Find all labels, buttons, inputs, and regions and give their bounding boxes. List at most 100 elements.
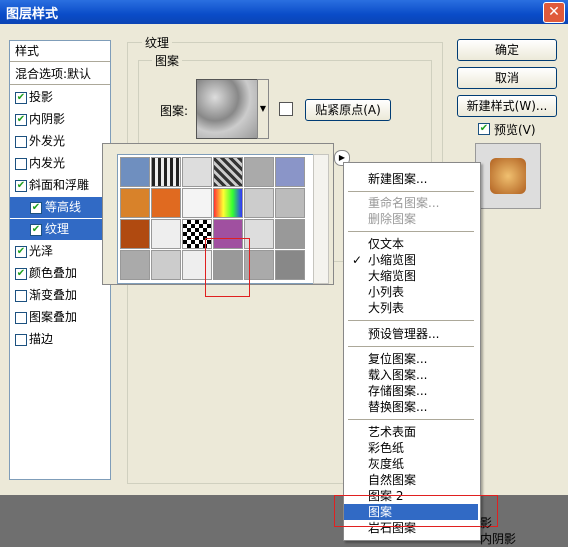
window-title: 图层样式: [6, 7, 59, 22]
checkbox[interactable]: ✔: [30, 202, 42, 214]
checkbox[interactable]: ✔: [15, 114, 27, 126]
highlight-box: [205, 238, 250, 297]
style-item-texture[interactable]: ✔ 纹理: [10, 219, 110, 240]
new-preset-icon[interactable]: [279, 102, 293, 116]
menu-gray-paper[interactable]: 灰度纸: [344, 456, 478, 472]
pattern-swatch[interactable]: [151, 157, 181, 187]
style-preview: [475, 143, 541, 209]
check-icon: ✓: [352, 253, 363, 267]
pattern-swatch[interactable]: [120, 188, 150, 218]
pattern-swatch[interactable]: [120, 219, 150, 249]
pattern-swatch[interactable]: [244, 157, 274, 187]
pattern-swatch[interactable]: [182, 188, 212, 218]
menu-delete: 删除图案: [368, 212, 417, 226]
checkbox[interactable]: ✔: [15, 246, 27, 258]
style-item[interactable]: 图案叠加: [10, 307, 110, 328]
preview-label: 预览(V): [494, 123, 536, 137]
menu-color-paper[interactable]: 彩色纸: [344, 440, 478, 456]
menu-separator: [348, 346, 474, 347]
ok-button[interactable]: 确定: [457, 39, 557, 61]
pattern-label: 图案:: [160, 104, 189, 118]
close-button[interactable]: ✕: [543, 2, 565, 23]
pattern-scrollbar[interactable]: [313, 154, 329, 284]
style-label: 颜色叠加: [29, 266, 78, 280]
menu-save[interactable]: 存储图案...: [344, 383, 478, 399]
menu-separator: [348, 191, 474, 192]
style-label: 光泽: [29, 244, 54, 258]
style-label: 图案叠加: [29, 310, 78, 324]
checkbox[interactable]: [15, 290, 27, 302]
blend-options[interactable]: 混合选项:默认: [10, 64, 110, 85]
checkbox[interactable]: [15, 312, 27, 324]
menu-art-surfaces[interactable]: 艺术表面: [344, 424, 478, 440]
menu-small-list[interactable]: 小列表: [344, 284, 478, 300]
menu-small-thumb[interactable]: ✓ 小缩览图: [344, 252, 478, 268]
menu-text-only[interactable]: 仅文本: [344, 236, 478, 252]
menu-large-thumb[interactable]: 大缩览图: [344, 268, 478, 284]
style-item[interactable]: 渐变叠加: [10, 285, 110, 306]
preview-checkbox[interactable]: ✔: [478, 123, 490, 135]
snap-origin-button[interactable]: 贴紧原点(A): [305, 99, 391, 121]
pattern-swatch[interactable]: [120, 157, 150, 187]
pattern-swatch[interactable]: [213, 157, 243, 187]
pattern-swatch[interactable]: [151, 250, 181, 280]
pattern-dropdown[interactable]: ▼: [257, 79, 269, 139]
style-label: 投影: [29, 90, 54, 104]
style-label: 内发光: [29, 156, 66, 170]
menu-replace[interactable]: 替换图案...: [344, 399, 478, 415]
highlight-box: [334, 495, 498, 527]
menu-reset[interactable]: 复位图案...: [344, 351, 478, 367]
style-label: 描边: [29, 332, 54, 346]
pattern-swatch[interactable]: [213, 188, 243, 218]
style-item[interactable]: ✔ 内阴影: [10, 109, 110, 130]
checkbox[interactable]: [15, 158, 27, 170]
checkbox[interactable]: [15, 136, 27, 148]
style-item[interactable]: 外发光: [10, 131, 110, 152]
checkbox[interactable]: ✔: [15, 268, 27, 280]
style-item[interactable]: ✔ 颜色叠加: [10, 263, 110, 284]
checkbox[interactable]: ✔: [15, 180, 27, 192]
pattern-group-label: 图案: [152, 52, 183, 69]
checkbox[interactable]: [15, 334, 27, 346]
menu-load[interactable]: 载入图案...: [344, 367, 478, 383]
preview-swatch: [490, 158, 526, 194]
menu-separator: [348, 320, 474, 321]
style-label: 纹理: [45, 222, 70, 236]
title-bar: 图层样式 ✕: [0, 0, 568, 24]
cancel-button[interactable]: 取消: [457, 67, 557, 89]
menu-label: 小缩览图: [368, 253, 417, 267]
pattern-swatch[interactable]: [275, 157, 305, 187]
pattern-swatch[interactable]: [196, 79, 258, 139]
pattern-swatch[interactable]: [275, 250, 305, 280]
pattern-swatch[interactable]: [151, 219, 181, 249]
new-style-button[interactable]: 新建样式(W)...: [457, 95, 557, 117]
menu-separator: [348, 419, 474, 420]
style-item-contour[interactable]: ✔ 等高线: [10, 197, 110, 218]
pattern-swatch[interactable]: [120, 250, 150, 280]
pattern-swatch[interactable]: [275, 219, 305, 249]
menu-rename: 重命名图案...: [368, 196, 440, 210]
style-label: 斜面和浮雕: [29, 178, 90, 192]
menu-nature[interactable]: 自然图案: [344, 472, 478, 488]
style-item[interactable]: ✔ 斜面和浮雕: [10, 175, 110, 196]
checkbox[interactable]: ✔: [30, 224, 42, 236]
styles-panel: 样式 混合选项:默认 ✔ 投影 ✔ 内阴影 外发光 内发光 ✔ 斜面和浮雕 ✔ 等高线 …: [9, 40, 111, 480]
texture-group-label: 纹理: [142, 34, 173, 51]
style-label: 渐变叠加: [29, 288, 78, 302]
style-item[interactable]: 内发光: [10, 153, 110, 174]
style-item[interactable]: 描边: [10, 329, 110, 350]
pattern-swatch[interactable]: [244, 188, 274, 218]
checkbox[interactable]: ✔: [15, 92, 27, 104]
pattern-swatch[interactable]: [151, 188, 181, 218]
menu-preset-manager[interactable]: 预设管理器...: [344, 326, 478, 342]
pattern-swatch[interactable]: [275, 188, 305, 218]
pattern-swatch[interactable]: [182, 157, 212, 187]
style-item[interactable]: ✔ 光泽: [10, 241, 110, 262]
style-item[interactable]: ✔ 投影: [10, 87, 110, 108]
style-label: 内阴影: [29, 112, 66, 126]
menu-large-list[interactable]: 大列表: [344, 300, 478, 316]
menu-new-pattern[interactable]: 新建图案...: [344, 171, 478, 187]
styles-header[interactable]: 样式: [10, 41, 110, 62]
bg-fragment: 影: [480, 516, 493, 530]
menu-separator: [348, 231, 474, 232]
